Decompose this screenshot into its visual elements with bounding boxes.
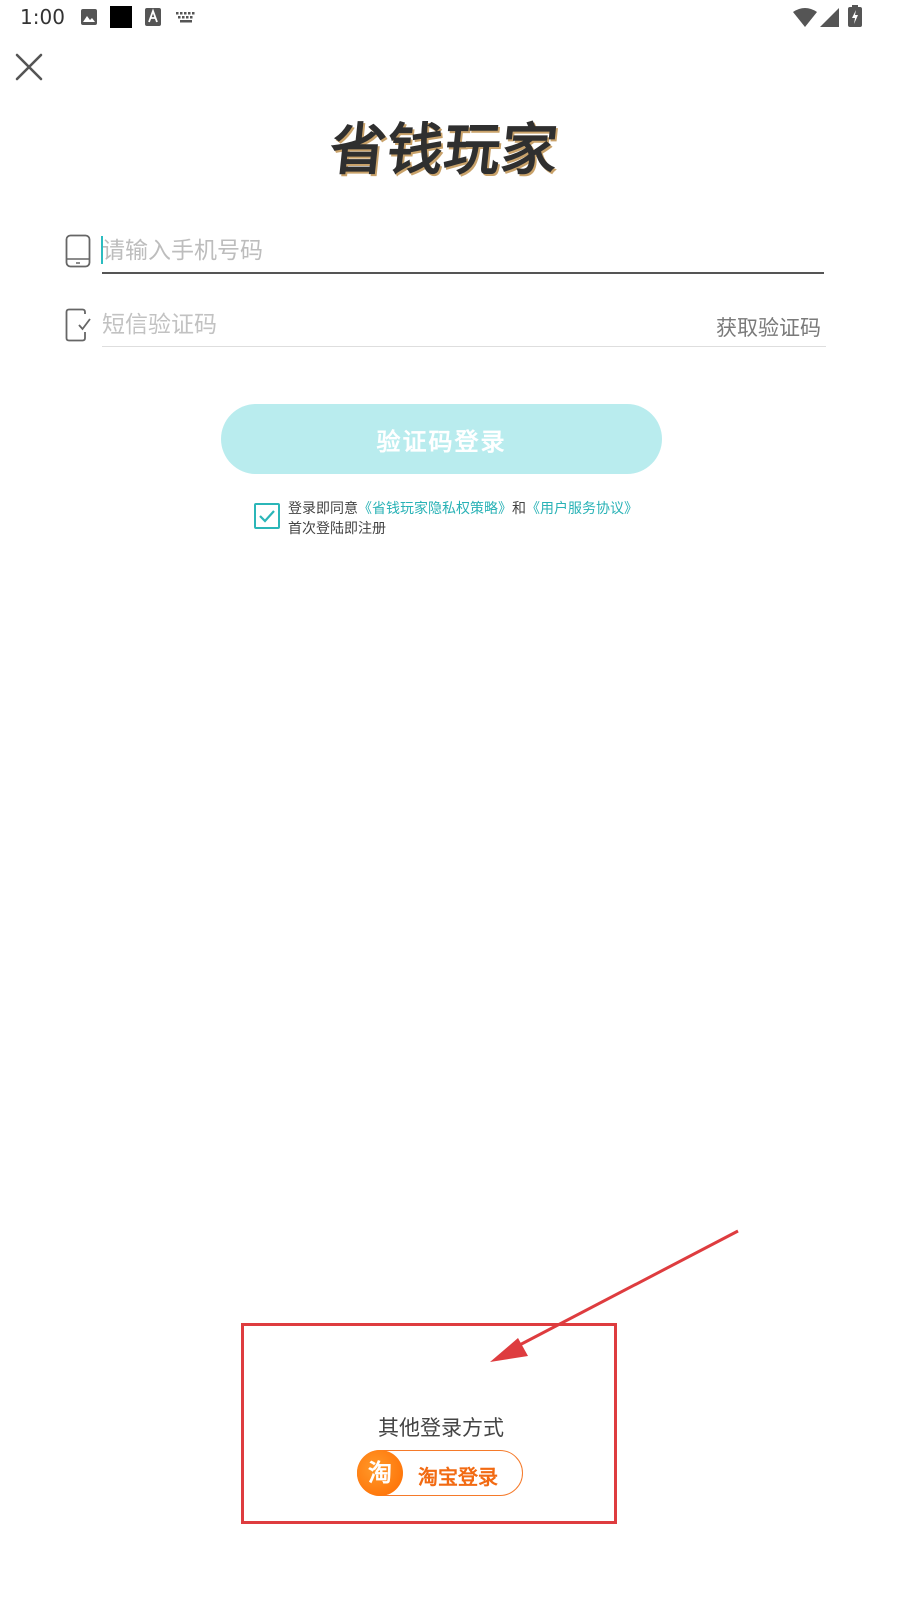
wifi-icon [793, 8, 817, 27]
agreement-conjunction: 和 [512, 501, 526, 517]
taobao-login-label: 淘宝登录 [418, 1465, 498, 1489]
phone-input[interactable] [102, 230, 824, 274]
phone-icon [65, 234, 91, 268]
text-caret [101, 236, 103, 264]
register-note: 首次登陆即注册 [288, 521, 386, 537]
agreement-checkbox[interactable] [254, 503, 280, 529]
close-button[interactable] [12, 50, 46, 84]
status-bar: 1:00 [0, 0, 900, 36]
annotation-arrow [490, 1229, 739, 1362]
agreement-prefix: 登录即同意 [288, 501, 358, 517]
square-icon [110, 6, 132, 28]
image-icon [81, 9, 97, 25]
verify-code-icon [65, 308, 91, 342]
other-login-title: 其他登录方式 [378, 1416, 504, 1440]
checkmark-icon [259, 510, 275, 523]
terms-link[interactable]: 《用户服务协议》 [526, 501, 638, 517]
sms-login-button[interactable]: 验证码登录 [221, 404, 662, 474]
privacy-policy-link[interactable]: 《省钱玩家隐私权策略》 [358, 501, 512, 517]
status-time: 1:00 [20, 5, 65, 29]
logo-text: 省钱玩家 [326, 118, 562, 183]
get-code-button[interactable]: 获取验证码 [716, 312, 821, 342]
keyboard-icon [176, 12, 195, 23]
taobao-login-button[interactable]: 淘 淘宝登录 [357, 1450, 523, 1496]
close-icon [15, 53, 43, 81]
sms-code-input[interactable] [102, 304, 702, 346]
signal-icon [820, 8, 839, 27]
agreement-text: 登录即同意《省钱玩家隐私权策略》和《用户服务协议》 [288, 498, 638, 518]
app-logo: 省钱玩家 [327, 112, 562, 190]
taobao-logo-icon: 淘 [357, 1450, 403, 1496]
text-a-icon [145, 8, 161, 26]
sms-underline [102, 346, 826, 347]
battery-icon [848, 5, 862, 27]
